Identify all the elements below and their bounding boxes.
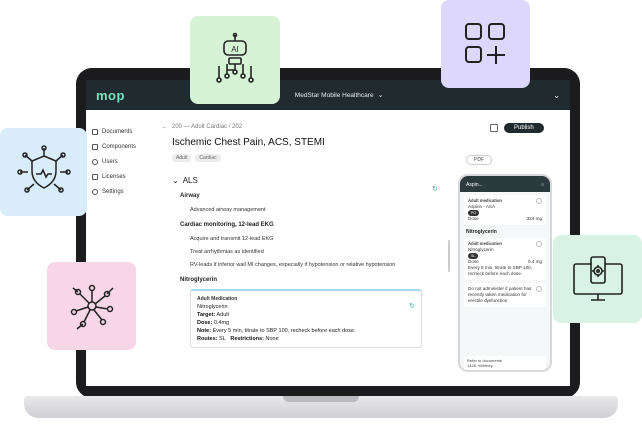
sidebar-item-licenses[interactable]: Licenses <box>86 171 148 183</box>
tag-list: Adult Cardiac <box>172 154 446 162</box>
sync-icon[interactable]: ↻ <box>432 185 438 193</box>
close-icon[interactable]: ○ <box>541 182 544 188</box>
org-switcher[interactable]: MedStar Mobile Healthcare ⌄ <box>294 91 384 100</box>
restrictions-value: None <box>265 336 279 342</box>
breadcrumb-text[interactable]: 200 — Adult Cardiac / 202 <box>172 124 242 130</box>
cardiac-line-2: Treat arrhythmias as identified <box>190 249 264 255</box>
shield-heart-icon <box>16 145 71 193</box>
check-icon[interactable] <box>536 241 542 247</box>
sidebar-item-settings[interactable]: Settings <box>86 186 148 198</box>
note-value: Every 5 min, titrate to SBP 100, recheck… <box>212 328 356 334</box>
sidebar-item-label: Users <box>102 159 118 165</box>
phone-card-warning[interactable]: Do not administer if patient has recentl… <box>464 283 546 307</box>
sidebar-item-label: Licenses <box>102 174 126 180</box>
cardiac-line-3: RV-leads if inferior wall MI changes, es… <box>190 262 396 268</box>
add-module-icon <box>464 23 505 64</box>
sync-icon[interactable]: ↻ <box>409 303 415 311</box>
sidebar-item-components[interactable]: Components <box>86 141 148 153</box>
sidebar-item-label: Settings <box>102 189 124 195</box>
medication-card[interactable]: Adult Medication Nitroglycerin ↻ Target:… <box>190 289 422 348</box>
user-icon <box>92 159 98 165</box>
gear-icon <box>92 189 98 195</box>
phone-card-aspirin[interactable]: Adult medication Aspirin - ASA PO Dose 32… <box>464 195 546 225</box>
menu-chevron-icon[interactable]: ⌄ <box>553 91 560 100</box>
heading-airway: Airway <box>180 193 200 199</box>
dose-value: 0.4mg <box>213 320 230 326</box>
page-title: Ischemic Chest Pain, ACS, STEMI <box>172 137 325 148</box>
card-header: Adult Medication <box>197 296 238 302</box>
edit-icon[interactable] <box>490 124 498 132</box>
sidebar-item-label: Documents <box>102 129 133 135</box>
check-icon[interactable] <box>536 286 542 292</box>
section-als[interactable]: ⌄ ALS <box>172 176 446 185</box>
document-editor: ← 200 — Adult Cardiac / 202 Ischemic Che… <box>156 110 446 386</box>
components-icon <box>92 144 98 150</box>
ai-label: AI <box>231 45 239 54</box>
publish-button[interactable]: Publish <box>504 123 544 133</box>
phone-card-note: Do not administer if patient has recentl… <box>468 286 532 303</box>
phone-header: Aspin... ○ <box>460 176 550 192</box>
phone-title: Aspin... <box>466 182 483 188</box>
dose-label: Dose <box>468 216 479 221</box>
scrollbar[interactable] <box>448 240 450 272</box>
ai-robot-icon: AI <box>216 32 254 83</box>
license-icon <box>92 174 98 180</box>
sidebar-item-users[interactable]: Users <box>86 156 148 168</box>
dose-label: Dose: <box>197 320 213 326</box>
phone-card-nitro[interactable]: Adult medication Nitroglycerin SL Dose 0.… <box>464 238 546 280</box>
phone-footer-item: 1428: Whitney... <box>467 363 496 368</box>
chevron-down-icon: ⌄ <box>377 92 384 99</box>
hero-illustration: mop MedStar Mobile Healthcare ⌄ ⌄ Docume… <box>0 0 642 427</box>
phone-card-name: Nitroglycerin <box>468 247 494 252</box>
heading-cardiac: Cardiac monitoring, 12-lead EKG <box>180 222 274 228</box>
phone-group-nitro: Nitroglycerin <box>466 229 497 235</box>
ai-tile: AI <box>190 16 280 104</box>
note-label: Note: <box>197 328 212 334</box>
chevron-down-icon: ⌄ <box>172 176 179 185</box>
app-logo[interactable]: mop <box>96 88 125 103</box>
routes-value: SL <box>219 336 226 342</box>
dose-value: 324 mg <box>526 216 542 221</box>
toolbar: Publish <box>490 123 544 133</box>
target-value: Adult <box>216 312 230 318</box>
section-label: ALS <box>182 176 198 185</box>
phone-card-note: Every 5 min, titrate to SBP 100, recheck… <box>468 265 533 276</box>
airway-line: Advanced airway management <box>190 207 266 213</box>
network-tile <box>47 262 136 350</box>
org-name: MedStar Mobile Healthcare <box>294 91 374 99</box>
network-icon <box>70 284 114 330</box>
sidebar-item-documents[interactable]: Documents <box>86 126 148 138</box>
check-icon[interactable] <box>536 198 542 204</box>
card-med-name: Nitroglycerin <box>197 304 228 310</box>
document-icon <box>92 129 98 135</box>
pdf-button[interactable]: PDF <box>466 155 492 165</box>
cardiac-line-1: Acquire and transmit 12-lead EKG <box>190 236 274 242</box>
breadcrumb: ← 200 — Adult Cardiac / 202 <box>162 124 446 130</box>
devices-tile <box>553 235 642 323</box>
phone-preview: Aspin... ○ Adult medication Aspirin - AS… <box>458 174 552 372</box>
sidebar-item-label: Components <box>102 144 137 150</box>
phone-card-name: Aspirin - ASA <box>468 204 496 209</box>
apps-tile <box>441 0 530 88</box>
laptop-notch <box>283 396 359 402</box>
restrictions-label: Restrictions: <box>230 336 264 342</box>
target-label: Target: <box>197 312 216 318</box>
heading-nitroglycerin: Nitroglycerin <box>180 277 218 283</box>
phone-footer: Refer to documents 1428: Whitney... <box>464 356 546 370</box>
back-arrow-icon[interactable]: ← <box>162 124 168 130</box>
routes-label: Routes: <box>197 336 218 342</box>
tag-cardiac[interactable]: Cardiac <box>195 154 221 162</box>
tag-adult[interactable]: Adult <box>172 154 192 162</box>
device-settings-icon <box>572 256 623 301</box>
security-tile <box>0 128 87 216</box>
